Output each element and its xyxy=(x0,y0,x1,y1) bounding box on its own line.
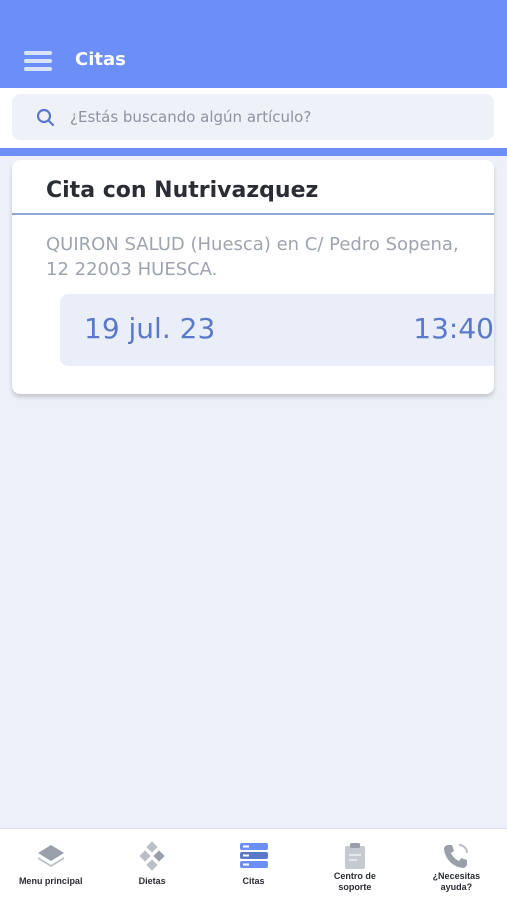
layers-icon xyxy=(37,845,64,867)
card-divider xyxy=(12,213,494,215)
header-strip xyxy=(0,148,507,156)
app-header: Citas xyxy=(0,0,507,88)
appointment-date: 19 jul. 23 xyxy=(84,312,216,345)
nav-item-necesitas-ayuda[interactable]: ¿Necesitas ayuda? xyxy=(406,829,507,900)
nav-item-citas[interactable]: Citas xyxy=(203,829,304,900)
phone-icon xyxy=(444,844,469,868)
nav-item-centro-de-soporte[interactable]: Centro de soporte xyxy=(304,829,405,900)
nav-label: Citas xyxy=(242,876,265,886)
search-input[interactable]: ¿Estás buscando algún artículo? xyxy=(12,94,494,140)
appointment-datetime: 19 jul. 23 13:40 xyxy=(60,294,494,366)
nav-label: ¿Necesitas ayuda? xyxy=(432,871,481,892)
search-placeholder: ¿Estás buscando algún artículo? xyxy=(70,108,312,126)
search-icon xyxy=(36,108,55,127)
nav-label: Dietas xyxy=(138,876,166,886)
nav-item-menu-principal[interactable]: Menu principal xyxy=(0,829,101,900)
appointment-address: QUIRON SALUD (Huesca) en C/ Pedro Sopena… xyxy=(46,234,459,280)
page-title: Citas xyxy=(75,49,126,70)
server-stack-icon xyxy=(239,843,268,868)
clipboard-icon xyxy=(344,843,365,869)
diamond-grid-icon xyxy=(139,841,165,871)
appointment-time: 13:40 xyxy=(413,312,494,345)
appointment-title: Cita con Nutrivazquez xyxy=(46,178,319,203)
hamburger-menu-icon[interactable] xyxy=(24,51,52,73)
bottom-navigation: Menu principal Dietas Citas Centro de so… xyxy=(0,828,507,900)
nav-label: Menu principal xyxy=(18,876,83,886)
appointment-card[interactable]: Cita con Nutrivazquez QUIRON SALUD (Hues… xyxy=(12,160,494,394)
nav-item-dietas[interactable]: Dietas xyxy=(101,829,202,900)
nav-label: Centro de soporte xyxy=(333,871,376,892)
